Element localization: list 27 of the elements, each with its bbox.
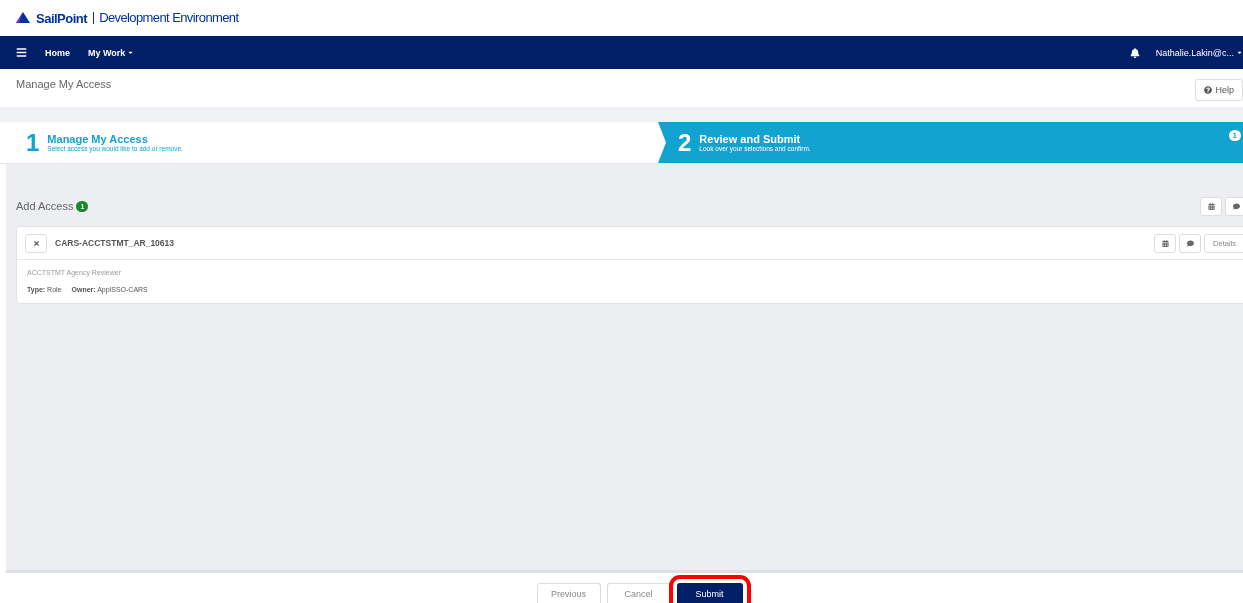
comment-icon [1232,203,1240,210]
brand-name: SailPoint [36,10,88,26]
comment-button[interactable] [1179,233,1202,253]
step-badge: 1 [1228,130,1241,141]
comment-icon [1186,239,1194,247]
nav-link[interactable]: My Work [88,47,135,58]
footer-button[interactable]: Previous [536,583,601,603]
environment-name: Development Environment [93,12,239,24]
menu-icon[interactable] [16,47,27,58]
sail-logo-icon [16,12,30,24]
footer-button[interactable]: Cancel [606,583,671,603]
caret-icon [1236,49,1243,56]
access-name: CARS-ACCTSTMT_AR_10613 [55,238,175,248]
calendar-button[interactable] [1200,197,1222,216]
close-icon [32,239,40,247]
comment-button[interactable] [1225,197,1243,216]
nav-link[interactable]: Home [45,47,70,58]
help-icon [1204,86,1213,94]
section-title: Add Access [16,200,74,212]
notification-bell-icon[interactable] [1129,47,1140,58]
calendar-icon [1207,203,1215,210]
calendar-icon [1161,239,1169,247]
user-menu[interactable]: Nathalie.Lakin@c... [1155,47,1243,58]
page-title: Manage My Access [16,78,112,90]
help-button[interactable]: Help [1195,79,1243,101]
remove-button[interactable] [25,233,47,253]
calendar-button[interactable] [1154,233,1177,253]
